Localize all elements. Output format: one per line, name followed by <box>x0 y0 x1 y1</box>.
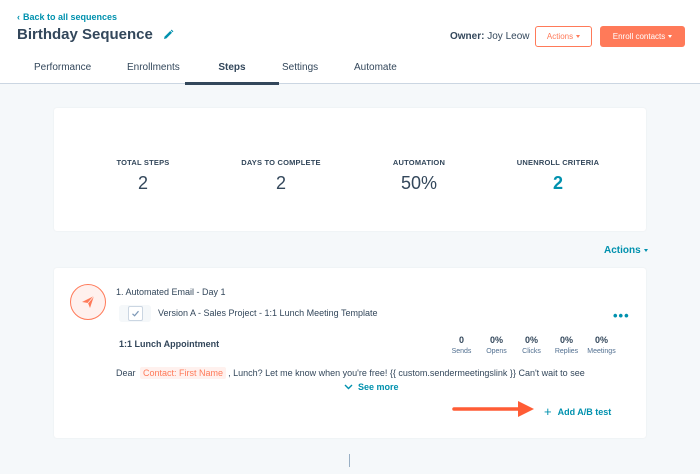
body-suffix: , Lunch? Let me know when you're free! {… <box>228 368 585 378</box>
version-checkbox[interactable] <box>119 305 151 322</box>
owner-info: Owner: Joy Leow <box>450 31 529 42</box>
page-title: Birthday Sequence <box>17 26 153 43</box>
caret-down-icon <box>668 35 673 38</box>
metric-value: 0% <box>559 335 573 345</box>
metric-value: 0% <box>594 335 608 345</box>
metric-replies: 0% Replies <box>549 335 584 355</box>
metric-value: 0% <box>524 335 538 345</box>
chevron-down-icon <box>344 384 353 390</box>
tab-settings[interactable]: Settings <box>262 57 344 84</box>
stat-label: TOTAL STEPS <box>116 158 170 167</box>
tab-enrollments[interactable]: Enrollments <box>108 57 197 84</box>
stat-days-to-complete: DAYS TO COMPLETE 2 <box>211 158 351 194</box>
metric-meetings: 0% Meetings <box>584 335 619 355</box>
pencil-icon[interactable] <box>162 29 174 41</box>
add-ab-test-label: Add A/B test <box>557 406 612 417</box>
checkmark-icon <box>127 306 143 321</box>
metric-value: 0% <box>489 335 503 345</box>
stat-label: UNENROLL CRITERIA <box>516 158 600 167</box>
metric-opens: 0% Opens <box>479 335 514 355</box>
page-header: ‹ Back to all sequences Birthday Sequence… <box>0 0 700 85</box>
steps-actions-dropdown[interactable]: Actions <box>604 245 648 256</box>
metric-sends: 0 Sends <box>444 335 479 355</box>
actions-button[interactable]: Actions <box>535 26 592 47</box>
step-connector-line <box>349 454 350 467</box>
metric-label: Meetings <box>587 348 616 355</box>
stat-total-steps: TOTAL STEPS 2 <box>73 158 213 194</box>
back-link-label: Back to all sequences <box>23 12 118 22</box>
email-body-preview: Dear Contact: First Name, Lunch? Let me … <box>116 367 585 379</box>
sequence-stats-card: TOTAL STEPS 2 DAYS TO COMPLETE 2 AUTOMAT… <box>54 108 646 231</box>
owner-name: Joy Leow <box>487 31 530 42</box>
stat-unenroll-criteria: UNENROLL CRITERIA 2 <box>488 158 628 194</box>
tab-bar: Performance Enrollments Steps Settings A… <box>17 57 424 85</box>
stat-automation: AUTOMATION 50% <box>349 158 489 194</box>
owner-label: Owner: <box>450 31 485 42</box>
stat-label: DAYS TO COMPLETE <box>241 158 321 167</box>
stat-value: 2 <box>275 173 286 193</box>
stat-value: 50% <box>400 173 438 193</box>
stat-label: AUTOMATION <box>392 158 446 167</box>
stat-value: 2 <box>137 173 148 193</box>
arrow-annotation-icon <box>452 401 534 417</box>
tab-steps[interactable]: Steps <box>185 57 279 85</box>
ellipsis-icon[interactable]: ••• <box>613 308 630 323</box>
metric-label: Opens <box>486 348 507 355</box>
enroll-contacts-button[interactable]: Enroll contacts <box>600 26 685 47</box>
back-to-sequences-link[interactable]: ‹ Back to all sequences <box>17 12 117 22</box>
tab-automate[interactable]: Automate <box>344 57 424 84</box>
body-prefix: Dear <box>116 368 136 378</box>
step-card: 1. Automated Email - Day 1 Version A - S… <box>54 268 646 438</box>
email-metrics: 0 Sends 0% Opens 0% Clicks 0% Replies 0%… <box>444 335 619 355</box>
unenroll-criteria-link[interactable]: 2 <box>488 173 628 194</box>
step-title: 1. Automated Email - Day 1 <box>116 287 226 297</box>
tab-performance[interactable]: Performance <box>17 57 108 84</box>
caret-down-icon <box>576 35 581 38</box>
personalization-token: Contact: First Name <box>140 367 227 379</box>
see-more-label: See more <box>358 382 399 392</box>
see-more-button[interactable]: See more <box>344 382 399 392</box>
plus-icon: + <box>544 404 552 419</box>
email-version-label: Version A - Sales Project - 1:1 Lunch Me… <box>158 308 378 318</box>
metric-label: Replies <box>554 348 579 355</box>
email-subject: 1:1 Lunch Appointment <box>119 339 220 349</box>
steps-actions-label: Actions <box>604 245 641 256</box>
metric-label: Clicks <box>522 348 541 355</box>
metric-label: Sends <box>451 348 472 355</box>
add-ab-test-button[interactable]: + Add A/B test <box>544 404 611 419</box>
paper-plane-icon <box>70 284 106 320</box>
caret-down-icon <box>643 249 648 252</box>
enroll-button-label: Enroll contacts <box>612 32 666 41</box>
actions-button-label: Actions <box>546 32 574 41</box>
title-row: Birthday Sequence <box>17 26 174 43</box>
metric-clicks: 0% Clicks <box>514 335 549 355</box>
metric-value: 0 <box>458 335 464 345</box>
chevron-left-icon: ‹ <box>17 12 20 22</box>
